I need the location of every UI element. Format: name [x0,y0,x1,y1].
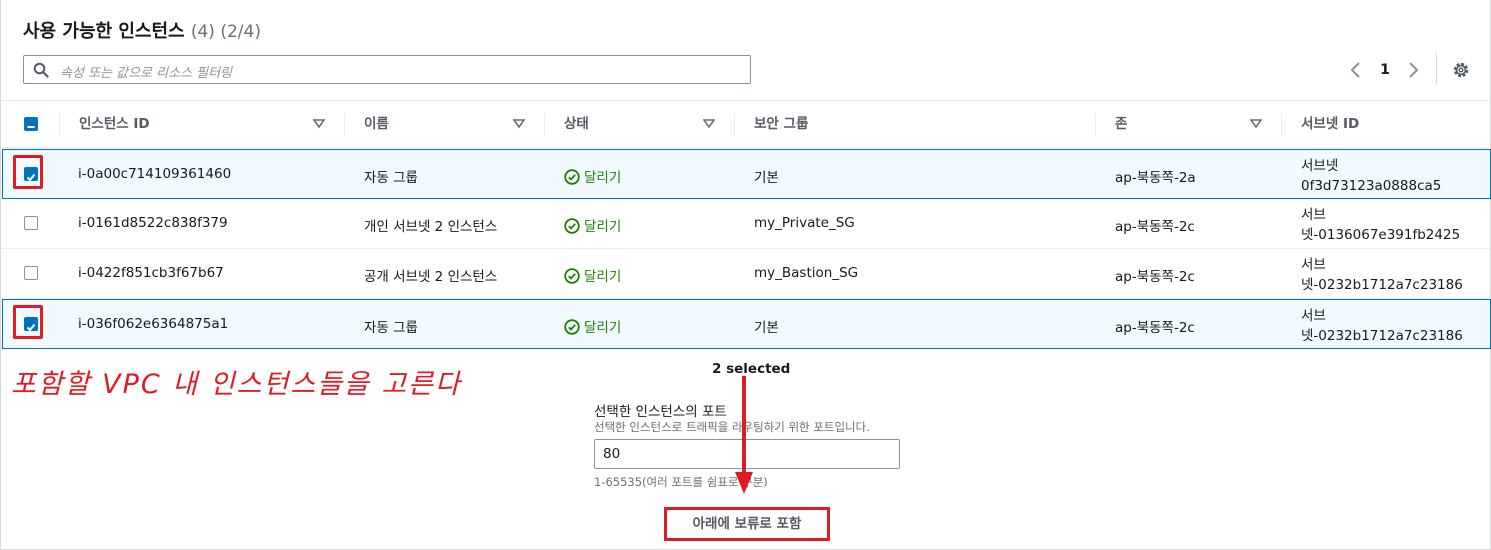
column-header-name[interactable]: 이름 [364,101,389,149]
cell-state: 달리기 [564,265,621,285]
instance-count: (4) (2/4) [190,22,261,42]
port-label: 선택한 인스턴스의 포트 [594,404,727,420]
sort-down-icon[interactable] [703,119,715,129]
table-row[interactable]: i-0a00c714109361460 자동 그룹 달리기 기본 ap-북동쪽-… [2,149,1491,199]
sort-down-icon[interactable] [1250,119,1262,129]
success-icon [564,218,580,234]
sort-down-icon[interactable] [313,119,325,129]
cell-state: 달리기 [564,316,621,336]
subnet-line-1: 서브 [1301,207,1326,223]
cell-zone: ap-북동쪽-2a [1115,170,1196,186]
cell-name: 자동 그룹 [364,170,418,186]
include-below-button[interactable]: 아래에 보류로 포함 [664,507,830,541]
selection-count: 2 selected [712,361,791,377]
row-checkbox[interactable] [24,216,38,230]
subnet-line-2: 넷-0232b1712a7c23186 [1301,277,1463,293]
column-header-security-group[interactable]: 보안 그룹 [754,101,808,149]
cell-name: 개인 서브넷 2 인스턴스 [364,219,498,235]
indeterminate-icon [27,126,35,128]
page-title: 사용 가능한 인스턴스 (4) (2/4) [23,17,261,43]
subnet-line-1: 서브넷 [1301,158,1339,174]
instances-panel: 사용 가능한 인스턴스 (4) (2/4) 속성 또는 값으로 리소스 필터링 … [0,0,1491,550]
column-header-instance-id[interactable]: 인스턴스 ID [79,101,150,149]
state-label: 달리기 [584,219,622,235]
table-row[interactable]: i-036f062e6364875a1 자동 그룹 달리기 기본 ap-북동쪽-… [2,299,1491,349]
column-divider [1095,113,1096,137]
pager-divider [1436,53,1437,85]
cell-state: 달리기 [564,166,621,186]
search-icon [33,62,49,78]
state-label: 달리기 [584,170,622,186]
table-header: 인스턴스 ID 이름 상태 보안 그룹 존 서브넷 ID [2,100,1491,148]
gear-icon[interactable] [1450,58,1472,82]
port-description: 선택한 인스턴스로 트래픽을 라우팅하기 위한 포트입니다. [594,420,870,434]
cell-subnet-id: 서브 넷-0232b1712a7c23186 [1301,306,1463,346]
subnet-line-1: 서브 [1301,308,1326,324]
cell-instance-id: i-0161d8522c838f379 [78,215,228,231]
subnet-line-2: 0f3d73123a0888ca5 [1301,178,1442,194]
column-divider [734,113,735,137]
success-icon [564,268,580,284]
arrow-down-icon [735,376,753,494]
column-divider [544,113,545,137]
highlight-box [13,305,43,339]
column-divider [59,113,60,137]
table-row[interactable]: i-0422f851cb3f67b67 공개 서브넷 2 인스턴스 달리기 my… [2,249,1491,299]
subnet-line-1: 서브 [1301,257,1326,273]
highlight-box [13,155,43,189]
cell-zone: ap-북동쪽-2c [1115,269,1195,285]
state-label: 달리기 [584,320,622,336]
search-placeholder: 속성 또는 값으로 리소스 필터링 [60,66,233,81]
cell-subnet-id: 서브 넷-0136067e391fb2425 [1301,205,1460,245]
cell-instance-id: i-0a00c714109361460 [78,166,232,182]
cell-zone: ap-북동쪽-2c [1115,320,1195,336]
state-label: 달리기 [584,269,622,285]
row-checkbox[interactable] [24,266,38,280]
annotation-text: 포함할 VPC 내 인스턴스들을 고른다 [11,369,462,400]
chevron-left-icon[interactable] [1346,58,1366,82]
cell-subnet-id: 서브 넷-0232b1712a7c23186 [1301,255,1463,295]
column-header-subnet-id[interactable]: 서브넷 ID [1301,101,1359,149]
sort-down-icon[interactable] [513,119,525,129]
subnet-line-2: 넷-0232b1712a7c23186 [1301,328,1463,344]
cell-name: 자동 그룹 [364,320,418,336]
cell-name: 공개 서브넷 2 인스턴스 [364,269,498,285]
cell-security-group: 기본 [754,320,779,336]
cell-security-group: my_Private_SG [754,215,855,231]
cell-security-group: my_Bastion_SG [754,265,859,281]
cell-security-group: 기본 [754,170,779,186]
chevron-right-icon[interactable] [1403,58,1423,82]
success-icon [564,169,580,185]
column-divider [1281,113,1282,137]
column-header-zone[interactable]: 존 [1115,101,1127,149]
title-text: 사용 가능한 인스턴스 [23,21,185,42]
select-all-checkbox[interactable] [24,117,38,131]
table-row[interactable]: i-0161d8522c838f379 개인 서브넷 2 인스턴스 달리기 my… [2,199,1491,249]
search-input[interactable]: 속성 또는 값으로 리소스 필터링 [23,55,751,84]
cell-subnet-id: 서브넷 0f3d73123a0888ca5 [1301,156,1441,196]
cell-state: 달리기 [564,215,621,235]
page-number[interactable]: 1 [1377,58,1393,82]
cell-zone: ap-북동쪽-2c [1115,219,1195,235]
column-header-state[interactable]: 상태 [564,101,589,149]
cell-instance-id: i-0422f851cb3f67b67 [78,265,224,281]
cell-instance-id: i-036f062e6364875a1 [78,316,229,332]
column-divider [344,113,345,137]
subnet-line-2: 넷-0136067e391fb2425 [1301,227,1461,243]
success-icon [564,319,580,335]
